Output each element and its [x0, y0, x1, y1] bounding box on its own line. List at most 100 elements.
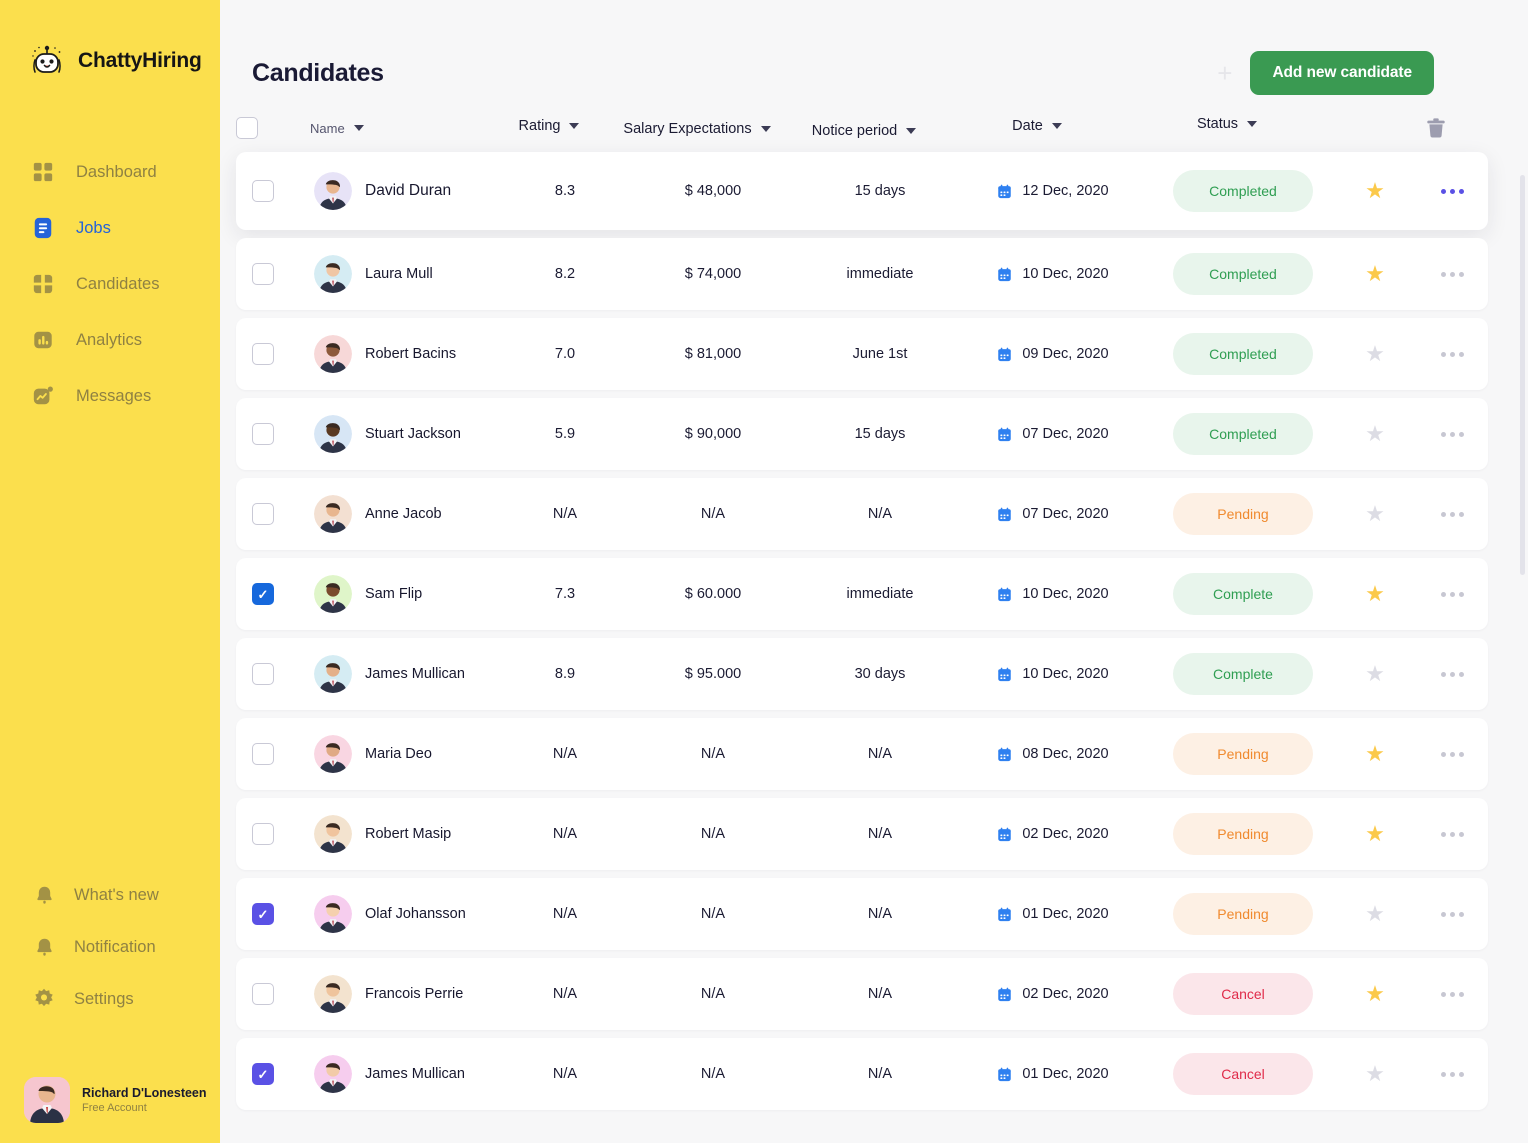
- row-menu-button[interactable]: [1440, 431, 1464, 437]
- table-row[interactable]: ✓ Olaf Johansson N/A N/A N/A 01 Dec, 2020 Pend…: [236, 878, 1488, 950]
- status-badge[interactable]: Pending: [1173, 493, 1313, 535]
- table-row[interactable]: ✓ Sam Flip 7.3 $ 60.000 immediate 10 Dec, 202…: [236, 558, 1488, 630]
- notice-period-value: N/A: [867, 1066, 893, 1082]
- row-menu-button[interactable]: [1440, 271, 1464, 277]
- column-header-notice-period[interactable]: Notice period: [786, 123, 942, 139]
- star-icon[interactable]: ★: [1365, 583, 1385, 605]
- date-cell: 10 Dec, 2020: [958, 586, 1148, 602]
- status-badge[interactable]: Complete: [1173, 653, 1313, 695]
- plus-icon[interactable]: +: [1217, 60, 1232, 86]
- calendar-icon: [998, 587, 1012, 601]
- status-badge[interactable]: Completed: [1173, 170, 1313, 212]
- status-badge[interactable]: Cancel: [1173, 1053, 1313, 1095]
- row-menu-button[interactable]: [1440, 188, 1464, 194]
- vertical-scrollbar[interactable]: [1520, 175, 1525, 575]
- row-menu-button[interactable]: [1440, 1071, 1464, 1077]
- star-icon[interactable]: ★: [1365, 1063, 1385, 1085]
- table-row[interactable]: Laura Mull 8.2 $ 74,000 immediate 10 Dec, 20…: [236, 238, 1488, 310]
- rating-value: 8.2: [554, 266, 576, 282]
- row-checkbox[interactable]: [252, 263, 274, 285]
- status-badge[interactable]: Completed: [1173, 413, 1313, 455]
- row-checkbox[interactable]: ✓: [252, 1063, 274, 1085]
- row-menu-button[interactable]: [1440, 591, 1464, 597]
- date-value: 10 Dec, 2020: [1022, 666, 1109, 682]
- sidebar-item-analytics[interactable]: Analytics: [0, 312, 220, 368]
- delete-selected-button[interactable]: [1396, 116, 1476, 140]
- sidebar-item-messages[interactable]: Messages: [0, 368, 220, 424]
- row-menu-button[interactable]: [1440, 511, 1464, 517]
- table-row[interactable]: David Duran 8.3 $ 48,000 15 days 12 Dec, 202…: [236, 152, 1488, 230]
- candidate-name-cell: Olaf Johansson: [314, 895, 506, 933]
- user-profile[interactable]: Richard D'Lonesteen Free Account: [24, 1077, 207, 1123]
- row-checkbox[interactable]: [252, 663, 274, 685]
- status-badge[interactable]: Pending: [1173, 813, 1313, 855]
- sidebar-item-dashboard[interactable]: Dashboard: [0, 144, 220, 200]
- row-menu-button[interactable]: [1440, 831, 1464, 837]
- star-icon[interactable]: ★: [1365, 263, 1385, 285]
- row-checkbox[interactable]: [252, 180, 274, 202]
- table-row[interactable]: Anne Jacob N/A N/A N/A 07 Dec, 2020 Pending ★: [236, 478, 1488, 550]
- bell-icon: [33, 884, 55, 906]
- notice-period-value: 15 days: [854, 426, 906, 442]
- sidebar-item-notification[interactable]: Notification: [0, 921, 220, 973]
- star-icon[interactable]: ★: [1365, 180, 1385, 202]
- row-checkbox[interactable]: ✓: [252, 903, 274, 925]
- star-icon[interactable]: ★: [1365, 983, 1385, 1005]
- row-menu-button[interactable]: [1440, 911, 1464, 917]
- table-row[interactable]: Robert Masip N/A N/A N/A 02 Dec, 2020 Pending…: [236, 798, 1488, 870]
- trash-icon: [1427, 118, 1445, 138]
- row-checkbox[interactable]: [252, 743, 274, 765]
- star-icon[interactable]: ★: [1365, 663, 1385, 685]
- status-badge[interactable]: Pending: [1173, 893, 1313, 935]
- avatar: [314, 575, 352, 613]
- row-checkbox[interactable]: [252, 423, 274, 445]
- column-header-salary[interactable]: Salary Expectations: [608, 121, 786, 137]
- table-row[interactable]: Robert Bacins 7.0 $ 81,000 June 1st 09 Dec, …: [236, 318, 1488, 390]
- star-icon[interactable]: ★: [1365, 343, 1385, 365]
- candidate-name-cell: Sam Flip: [314, 575, 506, 613]
- column-header-status[interactable]: Status: [1132, 116, 1322, 132]
- select-all-checkbox[interactable]: [236, 117, 258, 139]
- star-icon[interactable]: ★: [1365, 823, 1385, 845]
- table-row[interactable]: ✓ James Mullican N/A N/A N/A 01 Dec, 2020 Canc…: [236, 1038, 1488, 1110]
- status-badge[interactable]: Completed: [1173, 253, 1313, 295]
- sidebar-item-settings[interactable]: Settings: [0, 973, 220, 1025]
- table-row[interactable]: Stuart Jackson 5.9 $ 90,000 15 days 07 Dec, …: [236, 398, 1488, 470]
- brand[interactable]: ChattyHiring: [0, 0, 220, 82]
- column-header-name[interactable]: Name: [298, 121, 490, 136]
- status-badge[interactable]: Cancel: [1173, 973, 1313, 1015]
- table-row[interactable]: James Mullican 8.9 $ 95.000 30 days 10 Dec, …: [236, 638, 1488, 710]
- notice-period-value: 30 days: [854, 666, 906, 682]
- candidate-name: Olaf Johansson: [365, 906, 466, 922]
- star-icon[interactable]: ★: [1365, 903, 1385, 925]
- date-value: 01 Dec, 2020: [1022, 906, 1109, 922]
- row-menu-button[interactable]: [1440, 671, 1464, 677]
- status-badge[interactable]: Pending: [1173, 733, 1313, 775]
- star-icon[interactable]: ★: [1365, 423, 1385, 445]
- sidebar-item-whats-new[interactable]: What's new: [0, 869, 220, 921]
- sidebar-item-jobs[interactable]: Jobs: [0, 200, 220, 256]
- row-menu-button[interactable]: [1440, 351, 1464, 357]
- star-icon[interactable]: ★: [1365, 743, 1385, 765]
- date-cell: 02 Dec, 2020: [958, 986, 1148, 1002]
- star-icon[interactable]: ★: [1365, 503, 1385, 525]
- row-checkbox[interactable]: [252, 983, 274, 1005]
- date-cell: 07 Dec, 2020: [958, 426, 1148, 442]
- sidebar-item-label: Notification: [74, 937, 156, 956]
- column-header-rating[interactable]: Rating: [490, 118, 608, 134]
- candidate-name-cell: Francois Perrie: [314, 975, 506, 1013]
- row-checkbox[interactable]: [252, 343, 274, 365]
- row-menu-button[interactable]: [1440, 751, 1464, 757]
- sidebar-item-candidates[interactable]: Candidates: [0, 256, 220, 312]
- row-menu-button[interactable]: [1440, 991, 1464, 997]
- status-badge[interactable]: Complete: [1173, 573, 1313, 615]
- status-badge[interactable]: Completed: [1173, 333, 1313, 375]
- row-checkbox[interactable]: ✓: [252, 583, 274, 605]
- row-checkbox[interactable]: [252, 823, 274, 845]
- table-row[interactable]: Maria Deo N/A N/A N/A 08 Dec, 2020 Pending ★: [236, 718, 1488, 790]
- add-new-candidate-button[interactable]: Add new candidate: [1250, 51, 1434, 95]
- table-row[interactable]: Francois Perrie N/A N/A N/A 02 Dec, 2020 Canc…: [236, 958, 1488, 1030]
- column-header-date[interactable]: Date: [942, 118, 1132, 134]
- date-value: 07 Dec, 2020: [1022, 426, 1109, 442]
- row-checkbox[interactable]: [252, 503, 274, 525]
